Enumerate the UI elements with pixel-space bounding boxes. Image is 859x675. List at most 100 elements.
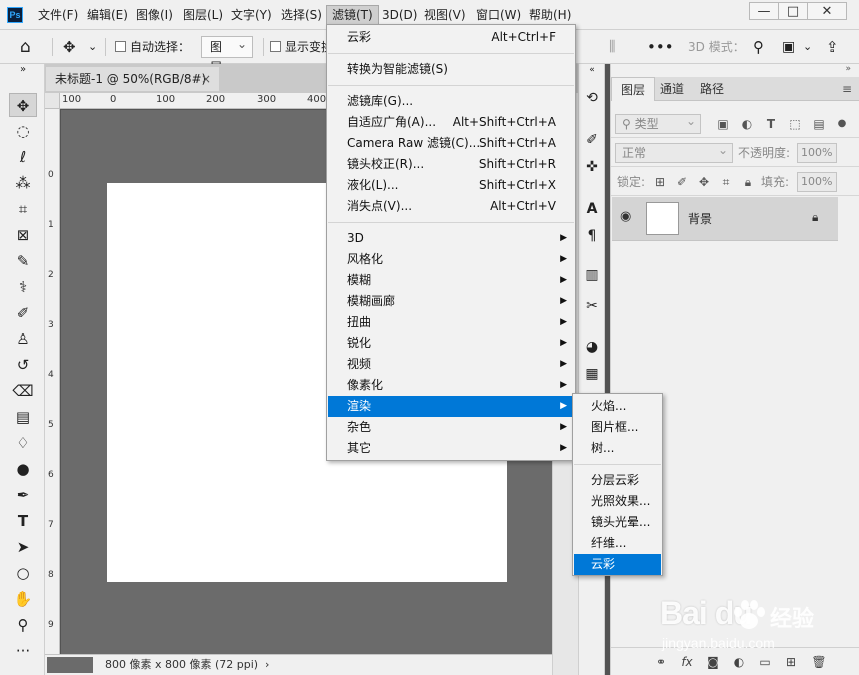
dodge-tool-icon[interactable]: ● [9, 457, 37, 481]
maximize-button[interactable]: □ [778, 2, 808, 20]
move-tool-icon[interactable]: ✥ [9, 93, 37, 117]
eraser-tool-icon[interactable]: ⌫ [9, 379, 37, 403]
history-panel-icon[interactable]: ⟲ [581, 87, 603, 109]
magic-wand-tool-icon[interactable]: ⁂ [9, 171, 37, 195]
submenu-item-flame[interactable]: 火焰... [574, 396, 661, 417]
color-panel-icon[interactable]: ◕ [581, 336, 603, 358]
kind-filter-dropdown[interactable]: ⚲ 类型 [615, 112, 701, 134]
visibility-eye-icon[interactable]: ◉ [620, 209, 631, 224]
clone-source-panel-icon[interactable]: ✜ [581, 156, 603, 178]
marquee-tool-icon[interactable]: ◌ [9, 119, 37, 143]
blend-mode-dropdown[interactable]: 正常 [615, 141, 733, 163]
layer-lock-icon[interactable]: 🔒︎ [812, 210, 818, 225]
menu-item-camera-raw[interactable]: Camera Raw 滤镜(C)... Shift+Ctrl+A [328, 133, 574, 154]
chevron-down-icon[interactable]: ⌄ [88, 37, 97, 57]
submenu-item-clouds[interactable]: 云彩 [574, 554, 661, 575]
crop-tool-icon[interactable]: ⌗ [9, 197, 37, 221]
paragraph-panel-icon[interactable]: ¶ [581, 225, 603, 247]
brush-tool-icon[interactable]: ✐ [9, 301, 37, 325]
menu-item-sharpen[interactable]: 锐化 ▶ [328, 333, 574, 354]
close-icon[interactable]: × [201, 67, 211, 91]
gradient-tool-icon[interactable]: ▤ [9, 405, 37, 429]
chevron-right-icon[interactable]: › [265, 655, 269, 675]
pen-tool-icon[interactable]: ✒ [9, 483, 37, 507]
smart-object-filter-icon[interactable]: ▤ [810, 115, 828, 133]
menu-item-other[interactable]: 其它 ▶ [328, 438, 574, 459]
adjustment-icon[interactable]: ◐ [731, 653, 747, 671]
ellipse-tool-icon[interactable]: ○ [9, 561, 37, 585]
menu-filter[interactable]: 滤镜(T) [326, 5, 379, 25]
home-icon[interactable]: ⌂ [20, 37, 31, 57]
path-selection-tool-icon[interactable]: ➤ [9, 535, 37, 559]
menu-edit[interactable]: 编辑(E) [82, 5, 133, 25]
lock-all-icon[interactable]: 🔒︎ [739, 173, 757, 191]
menu-window[interactable]: 窗口(W) [471, 5, 526, 25]
menu-item-video[interactable]: 视频 ▶ [328, 354, 574, 375]
chevron-down-icon[interactable]: ⌄ [803, 37, 812, 57]
menu-item-convert-smart-filter[interactable]: 转换为智能滤镜(S) [328, 59, 574, 80]
tab-channels[interactable]: 通道 [651, 77, 693, 101]
healing-brush-tool-icon[interactable]: ⚕ [9, 275, 37, 299]
menu-item-distort[interactable]: 扭曲 ▶ [328, 312, 574, 333]
mask-icon[interactable]: ◙ [705, 653, 721, 671]
panel-menu-icon[interactable]: ≡ [842, 77, 852, 101]
link-icon[interactable]: ⚭ [653, 653, 669, 671]
glyphs-panel-icon[interactable]: ▥ [581, 264, 603, 286]
frame-tool-icon[interactable]: ⊠ [9, 223, 37, 247]
submenu-item-difference-clouds[interactable]: 分层云彩 [574, 470, 661, 491]
submenu-item-fibers[interactable]: 纤维... [574, 533, 661, 554]
character-panel-icon[interactable]: A [581, 198, 603, 220]
tools-presets-icon[interactable]: ✂ [581, 295, 603, 317]
lock-position-icon[interactable]: ✥ [695, 173, 713, 191]
menu-item-render[interactable]: 渲染 ▶ [328, 396, 574, 417]
menu-view[interactable]: 视图(V) [419, 5, 471, 25]
submenu-item-lens-flare[interactable]: 镜头光晕... [574, 512, 661, 533]
folder-icon[interactable]: ▭ [757, 653, 773, 671]
hand-tool-icon[interactable]: ✋ [9, 587, 37, 611]
lock-transparency-icon[interactable]: ⊞ [651, 173, 669, 191]
stamp-tool-icon[interactable]: ♙ [9, 327, 37, 351]
submenu-item-picture-frame[interactable]: 图片框... [574, 417, 661, 438]
align-icon[interactable]: ⫼ [609, 37, 615, 57]
menu-item-pixelate[interactable]: 像素化 ▶ [328, 375, 574, 396]
more-tools-icon[interactable]: ··· [9, 639, 37, 663]
auto-select-target-dropdown[interactable]: 图层 [201, 34, 253, 74]
lock-pixels-icon[interactable]: ✐ [673, 173, 691, 191]
fill-input[interactable]: 100% [797, 172, 837, 192]
menu-item-stylize[interactable]: 风格化 ▶ [328, 249, 574, 270]
layer-name[interactable]: 背景 [688, 197, 712, 241]
zoom-tool-icon[interactable]: ⚲ [9, 613, 37, 637]
close-button[interactable]: ✕ [807, 2, 847, 20]
workspace-icon[interactable]: ▣ [782, 37, 795, 57]
submenu-item-tree[interactable]: 树... [574, 438, 661, 459]
swatches-panel-icon[interactable]: ▦ [581, 363, 603, 385]
lasso-tool-icon[interactable]: ℓ [9, 145, 37, 169]
menu-help[interactable]: 帮助(H) [524, 5, 576, 25]
history-brush-tool-icon[interactable]: ↺ [9, 353, 37, 377]
type-filter-icon[interactable]: T [762, 115, 780, 133]
document-tab[interactable]: 未标题-1 @ 50%(RGB/8#) × [45, 66, 220, 91]
menu-select[interactable]: 选择(S) [276, 5, 327, 25]
menu-image[interactable]: 图像(I) [131, 5, 178, 25]
menu-item-filter-gallery[interactable]: 滤镜库(G)... [328, 91, 574, 112]
pixel-filter-icon[interactable]: ▣ [714, 115, 732, 133]
adjustment-filter-icon[interactable]: ◐ [738, 115, 756, 133]
tab-layers[interactable]: 图层 [611, 77, 656, 101]
menu-item-liquify[interactable]: 液化(L)... Shift+Ctrl+X [328, 175, 574, 196]
share-icon[interactable]: ⇪ [826, 37, 839, 57]
fx-icon[interactable]: fx [679, 653, 695, 671]
search-icon[interactable]: ⚲ [753, 37, 764, 57]
submenu-item-lighting-effects[interactable]: 光照效果... [574, 491, 661, 512]
zoom-level-box[interactable] [47, 657, 93, 673]
new-layer-icon[interactable]: ⊞ [783, 653, 799, 671]
eyedropper-tool-icon[interactable]: ✎ [9, 249, 37, 273]
minimize-button[interactable]: — [749, 2, 779, 20]
shape-filter-icon[interactable]: ⬚ [786, 115, 804, 133]
tab-paths[interactable]: 路径 [691, 77, 733, 101]
brush-panel-icon[interactable]: ✐ [581, 129, 603, 151]
collapse-arrows-icon[interactable]: » [845, 64, 851, 74]
menu-layer[interactable]: 图层(L) [178, 5, 228, 25]
menu-type[interactable]: 文字(Y) [226, 5, 277, 25]
more-icon[interactable]: ••• [647, 37, 674, 57]
layer-row-background[interactable]: ◉ 背景 🔒︎ [612, 197, 838, 241]
